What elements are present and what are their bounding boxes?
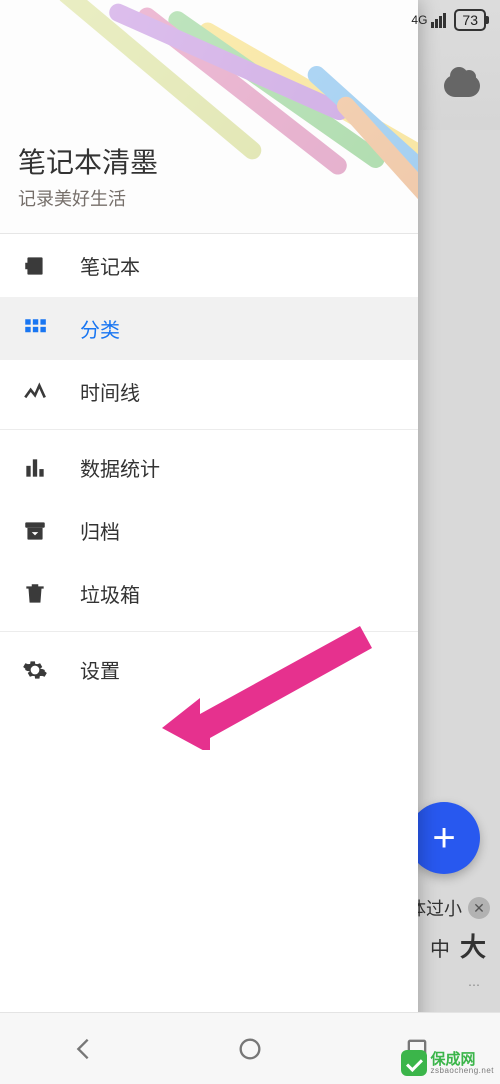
app-title: 笔记本清墨 bbox=[18, 141, 158, 181]
watermark-logo-icon bbox=[401, 1050, 427, 1076]
stats-icon bbox=[20, 453, 50, 483]
battery-indicator: 73 bbox=[454, 9, 486, 31]
nav-home-button[interactable] bbox=[235, 1034, 265, 1064]
menu-label: 设置 bbox=[80, 655, 120, 684]
menu-label: 笔记本 bbox=[80, 251, 140, 280]
menu-label: 垃圾箱 bbox=[80, 579, 140, 608]
status-bar: 4G 73 bbox=[0, 0, 500, 40]
notebook-icon bbox=[20, 251, 50, 281]
network-4g-icon: 4G bbox=[411, 14, 427, 26]
menu-item-category[interactable]: 分类 bbox=[0, 297, 418, 360]
menu-label: 数据统计 bbox=[80, 453, 160, 482]
nav-back-button[interactable] bbox=[68, 1034, 98, 1064]
menu-item-settings[interactable]: 设置 bbox=[0, 638, 418, 701]
trash-icon bbox=[20, 579, 50, 609]
watermark: 保成网 zsbaocheng.net bbox=[401, 1050, 495, 1076]
app-subtitle: 记录美好生活 bbox=[18, 185, 158, 211]
menu-item-notebook[interactable]: 笔记本 bbox=[0, 234, 418, 297]
plus-icon: + bbox=[432, 816, 455, 861]
watermark-name: 保成网 bbox=[431, 1052, 495, 1067]
menu-label: 时间线 bbox=[80, 377, 140, 406]
add-note-fab[interactable]: + bbox=[408, 802, 480, 874]
grid-icon bbox=[20, 314, 50, 344]
menu-item-trash[interactable]: 垃圾箱 bbox=[0, 562, 418, 625]
menu-item-timeline[interactable]: 时间线 bbox=[0, 360, 418, 423]
ad-indicator: ⋯ bbox=[468, 978, 482, 992]
archive-icon bbox=[20, 516, 50, 546]
gear-icon bbox=[20, 655, 50, 685]
close-icon[interactable]: ✕ bbox=[468, 897, 490, 919]
timeline-icon bbox=[20, 377, 50, 407]
menu-label: 归档 bbox=[80, 516, 120, 545]
menu-item-archive[interactable]: 归档 bbox=[0, 499, 418, 562]
menu-item-stats[interactable]: 数据统计 bbox=[0, 436, 418, 499]
signal-icon bbox=[431, 13, 446, 28]
drawer-menu: 笔记本 分类 时间线 数据统计 bbox=[0, 234, 418, 1084]
navigation-drawer: 笔记本清墨 记录美好生活 笔记本 分类 时间线 bbox=[0, 0, 418, 1084]
watermark-url: zsbaocheng.net bbox=[431, 1067, 495, 1075]
cloud-icon bbox=[444, 75, 480, 97]
menu-label: 分类 bbox=[80, 314, 120, 343]
font-size-hint: 体过小✕ 中大 bbox=[408, 895, 490, 964]
